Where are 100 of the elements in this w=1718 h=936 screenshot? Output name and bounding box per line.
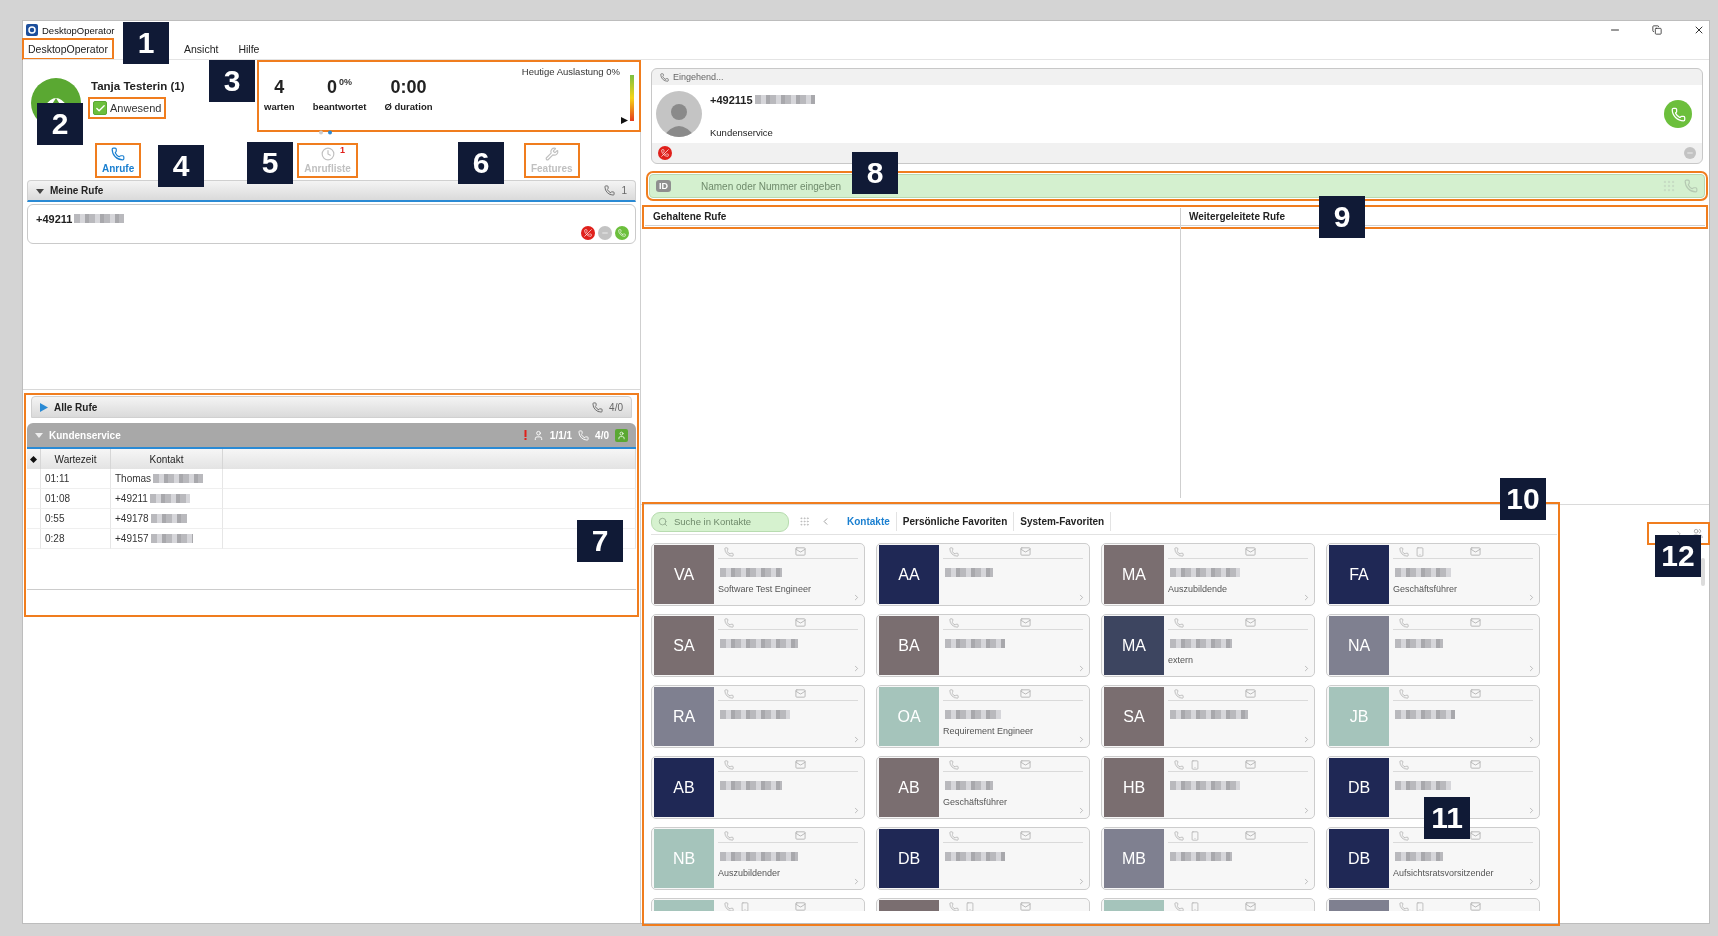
phone-icon[interactable] <box>1174 688 1184 699</box>
contacts-tab[interactable]: Kontakte <box>841 512 897 531</box>
phone-icon[interactable] <box>949 617 959 628</box>
contact-card[interactable]: MA Auszubildende <box>1101 543 1315 606</box>
phone-icon[interactable] <box>1399 830 1409 841</box>
mail-icon[interactable] <box>1245 688 1256 699</box>
chevron-icon[interactable] <box>1527 735 1536 744</box>
contact-card[interactable]: BA <box>876 614 1090 677</box>
phone-icon[interactable] <box>1399 759 1409 770</box>
answer-button[interactable] <box>615 226 629 240</box>
phone-icon[interactable] <box>949 546 959 557</box>
contacts-tab[interactable]: System-Favoriten <box>1014 512 1112 531</box>
mail-icon[interactable] <box>1470 901 1481 911</box>
mobile-icon[interactable] <box>740 901 750 911</box>
chevron-icon[interactable] <box>852 664 861 673</box>
mail-icon[interactable] <box>1020 830 1031 841</box>
contact-card[interactable]: DB Aufsichtsratsvorsitzender <box>1326 827 1540 890</box>
chevron-icon[interactable] <box>852 806 861 815</box>
phone-icon[interactable] <box>949 830 959 841</box>
mail-icon[interactable] <box>1470 830 1481 841</box>
search-input[interactable]: Suche in Kontakte <box>672 515 782 528</box>
contact-card[interactable]: SA <box>1101 685 1315 748</box>
chevron-icon[interactable] <box>1527 664 1536 673</box>
phone-icon[interactable] <box>1399 901 1409 911</box>
phone-icon[interactable] <box>1399 688 1409 699</box>
status-toggle[interactable]: Anwesend <box>91 100 164 116</box>
phone-icon[interactable] <box>1174 830 1184 841</box>
phone-icon[interactable] <box>949 688 959 699</box>
call-card[interactable]: +49211 <box>27 204 636 244</box>
chevron-icon[interactable] <box>1077 735 1086 744</box>
mobile-icon[interactable] <box>1190 759 1200 770</box>
toolbar-tab[interactable]: Anrufliste 1 <box>300 145 355 175</box>
phone-icon[interactable] <box>1174 617 1184 628</box>
contact-card[interactable]: RA <box>651 685 865 748</box>
restore-button[interactable] <box>1650 23 1664 37</box>
contact-card[interactable]: AA <box>876 543 1090 606</box>
chevron-icon[interactable] <box>1302 664 1311 673</box>
mail-icon[interactable] <box>1245 617 1256 628</box>
mail-icon[interactable] <box>795 830 806 841</box>
menu-item[interactable]: Hilfe <box>235 41 263 57</box>
phone-icon[interactable] <box>1174 546 1184 557</box>
mail-icon[interactable] <box>1245 830 1256 841</box>
mail-icon[interactable] <box>795 546 806 557</box>
hang-up-button[interactable] <box>581 226 595 240</box>
contact-card[interactable]: NB Auszubildender <box>651 827 865 890</box>
mail-icon[interactable] <box>1470 617 1481 628</box>
mail-icon[interactable] <box>1245 759 1256 770</box>
contact-card[interactable]: HB <box>1101 756 1315 819</box>
section-header[interactable]: Meine Rufe 1 <box>27 180 636 202</box>
contact-card[interactable]: MA extern <box>1101 614 1315 677</box>
mail-icon[interactable] <box>795 617 806 628</box>
mail-icon[interactable] <box>795 901 806 911</box>
contact-card[interactable]: VA Software Test Engineer <box>651 543 865 606</box>
mail-icon[interactable] <box>1470 688 1481 699</box>
users-icon[interactable] <box>1692 528 1703 539</box>
phone-icon[interactable] <box>949 901 959 911</box>
hang-up-button[interactable] <box>658 146 672 160</box>
phone-icon[interactable] <box>1399 546 1409 557</box>
mail-icon[interactable] <box>1470 546 1481 557</box>
phone-icon[interactable] <box>724 617 734 628</box>
grid-view-icon[interactable] <box>799 516 810 527</box>
mail-icon[interactable] <box>1020 617 1031 628</box>
mobile-icon[interactable] <box>1190 830 1200 841</box>
chevron-icon[interactable] <box>1302 877 1311 886</box>
contact-card[interactable]: OA Requirement Engineer <box>876 685 1090 748</box>
contact-card[interactable]: SA <box>651 614 865 677</box>
chevron-icon[interactable] <box>852 593 861 602</box>
chevron-icon[interactable] <box>1302 593 1311 602</box>
phone-icon[interactable] <box>949 759 959 770</box>
mail-icon[interactable] <box>1245 901 1256 911</box>
chevron-icon[interactable] <box>1302 735 1311 744</box>
mail-icon[interactable] <box>795 759 806 770</box>
contact-card[interactable]: NA <box>1326 614 1540 677</box>
mail-icon[interactable] <box>1020 759 1031 770</box>
phone-icon[interactable] <box>724 759 734 770</box>
contact-card[interactable]: AB Geschäftsführer <box>876 756 1090 819</box>
chevron-icon[interactable] <box>1077 664 1086 673</box>
contact-card[interactable]: MB <box>1101 827 1315 890</box>
contact-card[interactable]: DB <box>876 827 1090 890</box>
chevron-icon[interactable] <box>1077 877 1086 886</box>
mail-icon[interactable] <box>1020 688 1031 699</box>
chevron-icon[interactable] <box>852 735 861 744</box>
chevron-icon[interactable] <box>1077 806 1086 815</box>
transfer-button[interactable] <box>1684 147 1696 159</box>
phone-icon[interactable] <box>724 688 734 699</box>
mail-icon[interactable] <box>1470 759 1481 770</box>
contact-card[interactable]: AB <box>651 756 865 819</box>
chevron-icon[interactable] <box>1302 806 1311 815</box>
section-header[interactable]: Alle Rufe 4/0 <box>31 396 632 418</box>
search-field[interactable]: Suche in Kontakte <box>651 511 789 532</box>
mobile-icon[interactable] <box>965 901 975 911</box>
chevron-icon[interactable] <box>1527 593 1536 602</box>
chevron-icon[interactable] <box>1527 806 1536 815</box>
contact-card[interactable]: FA Geschäftsführer <box>1326 543 1540 606</box>
menu-item[interactable]: DesktopOperator <box>25 41 111 57</box>
mail-icon[interactable] <box>1020 546 1031 557</box>
phone-icon[interactable] <box>1174 759 1184 770</box>
phone-icon[interactable] <box>724 901 734 911</box>
mobile-icon[interactable] <box>1415 901 1425 911</box>
toolbar-tab[interactable]: Anrufe <box>98 145 139 175</box>
